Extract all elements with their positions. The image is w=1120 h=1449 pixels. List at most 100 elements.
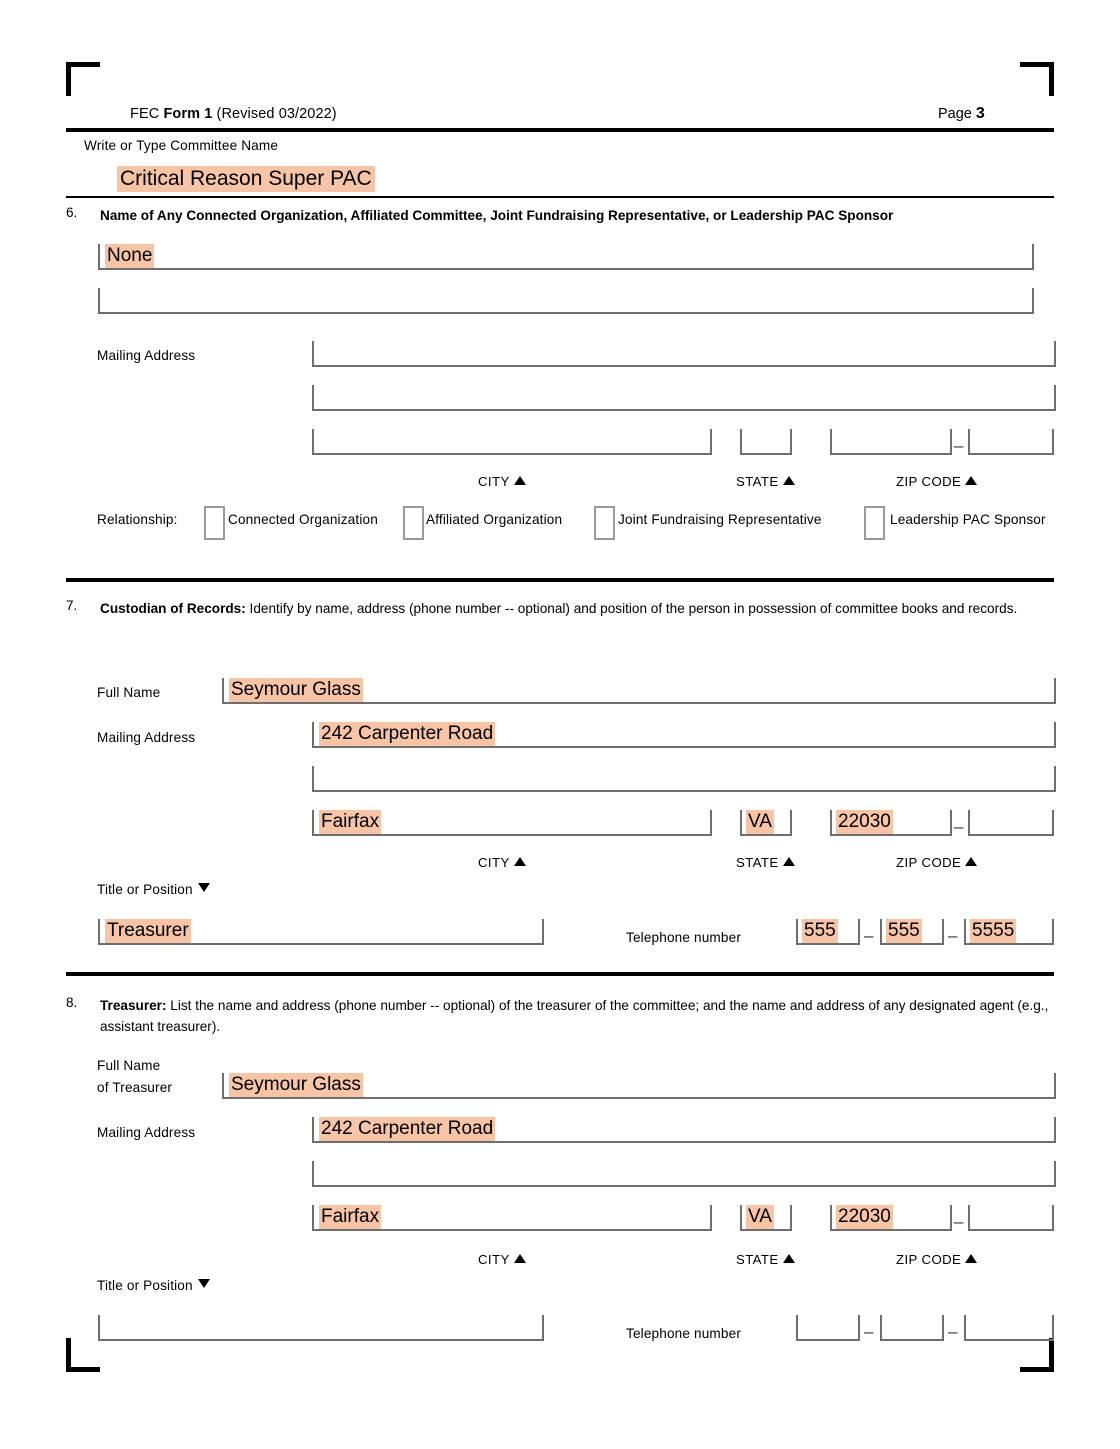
cell-baseline	[968, 453, 1054, 455]
section7-phone-line-field[interactable]: 5555	[964, 919, 1054, 945]
section8-phone-area-field[interactable]	[796, 1315, 860, 1341]
section8-full-name-field[interactable]: Seymour Glass	[222, 1073, 1056, 1099]
form-header: FEC Form 1 (Revised 03/2022)	[130, 106, 337, 122]
checkbox-connected-organization[interactable]	[204, 506, 225, 540]
section7-zip4-field[interactable]	[968, 810, 1054, 836]
page-number: 3	[975, 105, 985, 122]
section6-name-line1-field[interactable]: None	[98, 244, 1034, 270]
comb-cap-left	[312, 1161, 314, 1187]
section6-address-line2-field[interactable]	[312, 385, 1056, 411]
comb-baseline	[312, 834, 712, 836]
comb-cap-left	[312, 385, 314, 411]
cell-baseline	[880, 1339, 944, 1341]
section7-zip5-value: 22030	[836, 810, 893, 834]
checkbox-affiliated-organization[interactable]	[403, 506, 424, 540]
section-7-description: Custodian of Records: Identify by name, …	[100, 598, 1050, 619]
comb-cap-right	[1032, 288, 1034, 314]
comb-cap-left	[312, 341, 314, 367]
caret-down-icon	[197, 883, 210, 892]
cell-baseline	[968, 834, 1054, 836]
comb-cap-left	[98, 919, 100, 945]
section8-phone-prefix-field[interactable]	[880, 1315, 944, 1341]
section6-zip5-field[interactable]	[830, 429, 952, 455]
section8-zip5-field[interactable]: 22030	[830, 1205, 952, 1231]
phone-dash-1: –	[864, 1322, 874, 1341]
section8-phone-line-field[interactable]	[964, 1315, 1054, 1341]
section7-state-field[interactable]: VA	[740, 810, 792, 836]
section8-title-position-label: Title or Position	[97, 1278, 210, 1293]
section8-city-field[interactable]: Fairfax	[312, 1205, 712, 1231]
checkbox-joint-fundraising-representative[interactable]	[594, 506, 615, 540]
comb-cap-right	[1054, 1117, 1056, 1143]
section7-phone-area-field[interactable]: 555	[796, 919, 860, 945]
cell-cap-left	[740, 810, 742, 836]
comb-ticks	[98, 258, 1034, 268]
title-position-text: Title or Position	[97, 1278, 193, 1293]
state-label: STATE	[736, 474, 779, 489]
comb-baseline	[98, 943, 544, 945]
section6-zip4-field[interactable]	[968, 429, 1054, 455]
committee-name-value: Critical Reason Super PAC	[117, 166, 375, 192]
section7-address-line2-field[interactable]	[312, 766, 1056, 792]
comb-cap-left	[312, 722, 314, 748]
caret-up-icon	[782, 857, 795, 866]
section6-state-field[interactable]	[740, 429, 792, 455]
section7-title-position-field[interactable]: Treasurer	[98, 919, 544, 945]
section8-zip4-field[interactable]	[968, 1205, 1054, 1231]
zip-label: ZIP CODE	[896, 474, 962, 489]
cell-cap-left	[796, 919, 798, 945]
section7-city-field[interactable]: Fairfax	[312, 810, 712, 836]
cell-cap-left	[880, 1315, 882, 1341]
checkbox-leadership-pac-sponsor[interactable]	[864, 506, 885, 540]
comb-baseline	[98, 1339, 544, 1341]
section7-phone-prefix-field[interactable]: 555	[880, 919, 944, 945]
cell-cap-right	[858, 919, 860, 945]
comb-ticks	[98, 302, 1034, 312]
section7-phone-prefix-value: 555	[886, 919, 922, 943]
cell-cap-left	[830, 1205, 832, 1231]
city-label: CITY	[478, 1252, 510, 1267]
section8-state-value: VA	[746, 1205, 774, 1229]
comb-baseline	[98, 312, 1034, 314]
section8-title-position-field[interactable]	[98, 1315, 544, 1341]
section7-zip-caption: ZIP CODE	[896, 855, 978, 870]
section7-address-line1-field[interactable]: 242 Carpenter Road	[312, 722, 1056, 748]
state-label: STATE	[736, 1252, 779, 1267]
section6-address-line1-field[interactable]	[312, 341, 1056, 367]
comb-cap-right	[1054, 766, 1056, 792]
section7-state-caption: STATE	[736, 855, 795, 870]
section6-name-line1-value: None	[105, 244, 155, 268]
cell-cap-right	[1052, 429, 1054, 455]
section7-state-value: VA	[746, 810, 774, 834]
section8-address-line1-field[interactable]: 242 Carpenter Road	[312, 1117, 1056, 1143]
title-position-text: Title or Position	[97, 882, 193, 897]
section-7-body: Identify by name, address (phone number …	[245, 601, 1018, 616]
comb-cap-right	[1054, 1161, 1056, 1187]
section7-full-name-field[interactable]: Seymour Glass	[222, 678, 1056, 704]
caret-up-icon	[782, 1254, 795, 1263]
section6-city-field[interactable]	[312, 429, 712, 455]
cell-baseline	[830, 834, 952, 836]
section8-city-caption: CITY	[478, 1252, 526, 1267]
page-label: Page	[938, 106, 972, 122]
section8-address-line2-field[interactable]	[312, 1161, 1056, 1187]
comb-baseline	[312, 1185, 1056, 1187]
section7-title-position-value: Treasurer	[105, 919, 191, 943]
section-6-7-divider	[66, 578, 1054, 582]
comb-cap-right	[1054, 341, 1056, 367]
caret-up-icon	[965, 857, 978, 866]
comb-baseline	[312, 746, 1056, 748]
section8-state-field[interactable]: VA	[740, 1205, 792, 1231]
cell-ticks	[880, 1331, 944, 1339]
cell-cap-left	[964, 1315, 966, 1341]
comb-cap-left	[312, 1117, 314, 1143]
section8-mailing-address-label: Mailing Address	[97, 1125, 196, 1140]
section6-name-line2-field[interactable]	[98, 288, 1034, 314]
comb-cap-left	[312, 766, 314, 792]
section8-address-line1-value: 242 Carpenter Road	[319, 1117, 496, 1141]
cell-baseline	[964, 943, 1054, 945]
cell-baseline	[964, 1339, 1054, 1341]
section7-zip5-field[interactable]: 22030	[830, 810, 952, 836]
comb-cap-left	[312, 810, 314, 836]
checkbox-label-affiliated-organization: Affiliated Organization	[426, 512, 563, 527]
